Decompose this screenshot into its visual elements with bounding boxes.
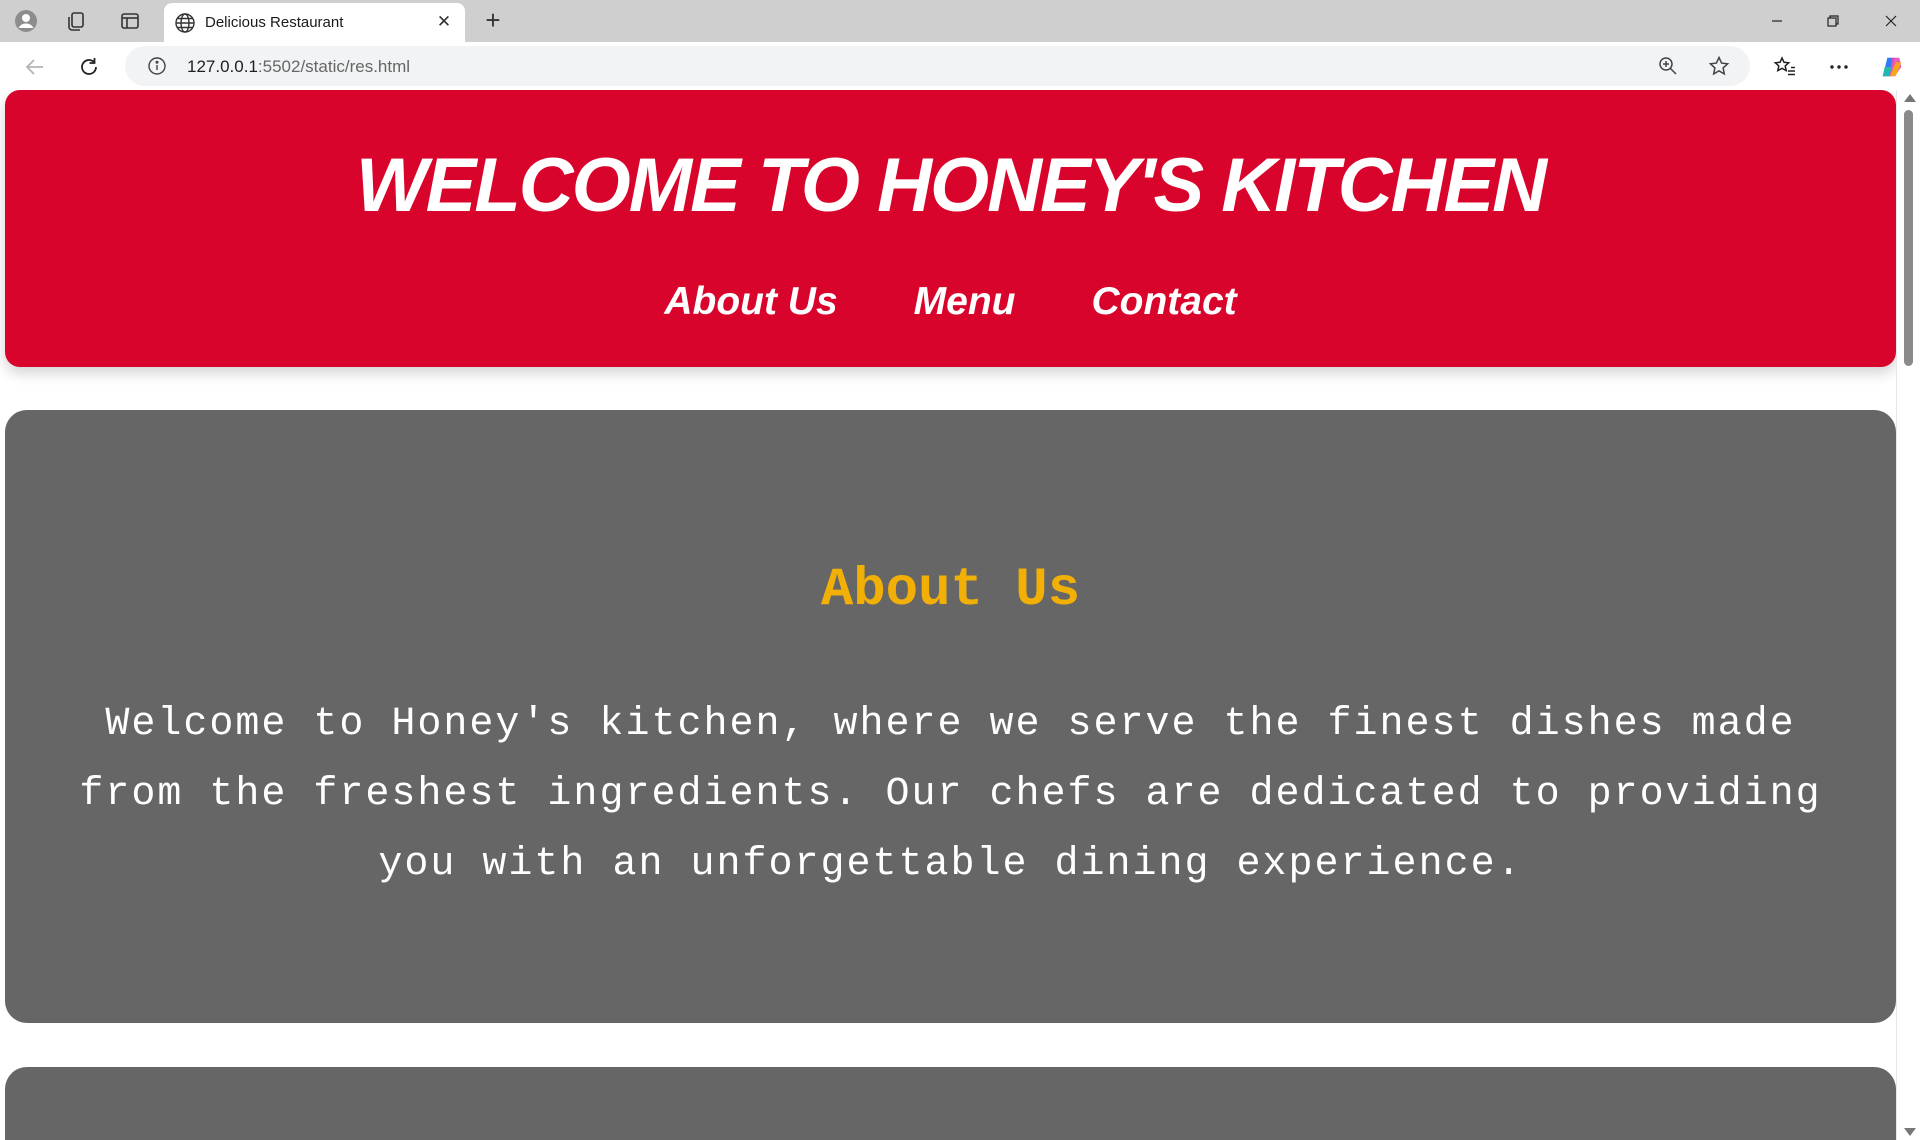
close-window-button[interactable]: [1871, 8, 1911, 34]
scroll-down-arrow[interactable]: [1904, 1128, 1916, 1136]
next-section: [5, 1067, 1896, 1140]
browser-toolbar: 127.0.0.1:5502/static/res.html: [0, 42, 1920, 90]
browser-tab-bar: Delicious Restaurant ✕ +: [0, 0, 1920, 42]
page-viewport: WELCOME TO HONEY'S KITCHEN About Us Menu…: [0, 90, 1920, 1140]
zoom-icon[interactable]: [1657, 55, 1679, 77]
active-tab[interactable]: Delicious Restaurant ✕: [164, 3, 465, 42]
close-tab-icon[interactable]: ✕: [433, 11, 455, 33]
url-text[interactable]: 127.0.0.1:5502/static/res.html: [187, 57, 410, 77]
site-title: WELCOME TO HONEY'S KITCHEN: [355, 143, 1547, 228]
about-section: About Us Welcome to Honey's kitchen, whe…: [5, 410, 1896, 1023]
new-tab-button[interactable]: +: [478, 6, 508, 36]
url-host: 127.0.0.1: [187, 57, 258, 76]
main-nav: About Us Menu Contact: [5, 280, 1896, 324]
tab-title: Delicious Restaurant: [205, 14, 344, 31]
more-options-icon[interactable]: [1826, 54, 1852, 80]
favorite-star-icon[interactable]: [1708, 55, 1730, 77]
nav-link-about[interactable]: About Us: [664, 280, 837, 324]
favorites-icon[interactable]: [1772, 54, 1798, 80]
globe-icon: [174, 12, 196, 34]
about-text: Welcome to Honey's kitchen, where we ser…: [79, 702, 1822, 887]
profile-icon[interactable]: [14, 9, 38, 33]
back-icon[interactable]: [20, 52, 50, 82]
site-info-icon[interactable]: [147, 56, 167, 76]
restore-button[interactable]: [1813, 8, 1853, 34]
nav-link-contact[interactable]: Contact: [1091, 280, 1236, 324]
scrollbar-thumb[interactable]: [1904, 110, 1913, 366]
vertical-scrollbar[interactable]: [1896, 90, 1920, 1140]
url-path: :5502/static/res.html: [257, 57, 411, 76]
tab-actions-icon[interactable]: [118, 9, 142, 33]
page-content: WELCOME TO HONEY'S KITCHEN About Us Menu…: [5, 90, 1896, 1140]
nav-link-menu[interactable]: Menu: [914, 280, 1016, 324]
workspaces-icon[interactable]: [64, 9, 88, 33]
address-bar[interactable]: 127.0.0.1:5502/static/res.html: [125, 46, 1750, 86]
minimize-button[interactable]: [1757, 8, 1797, 34]
scroll-up-arrow[interactable]: [1904, 94, 1916, 102]
site-header: WELCOME TO HONEY'S KITCHEN About Us Menu…: [5, 90, 1896, 367]
about-heading: About Us: [820, 560, 1081, 621]
reload-icon[interactable]: [74, 52, 104, 82]
copilot-icon[interactable]: [1879, 54, 1905, 80]
